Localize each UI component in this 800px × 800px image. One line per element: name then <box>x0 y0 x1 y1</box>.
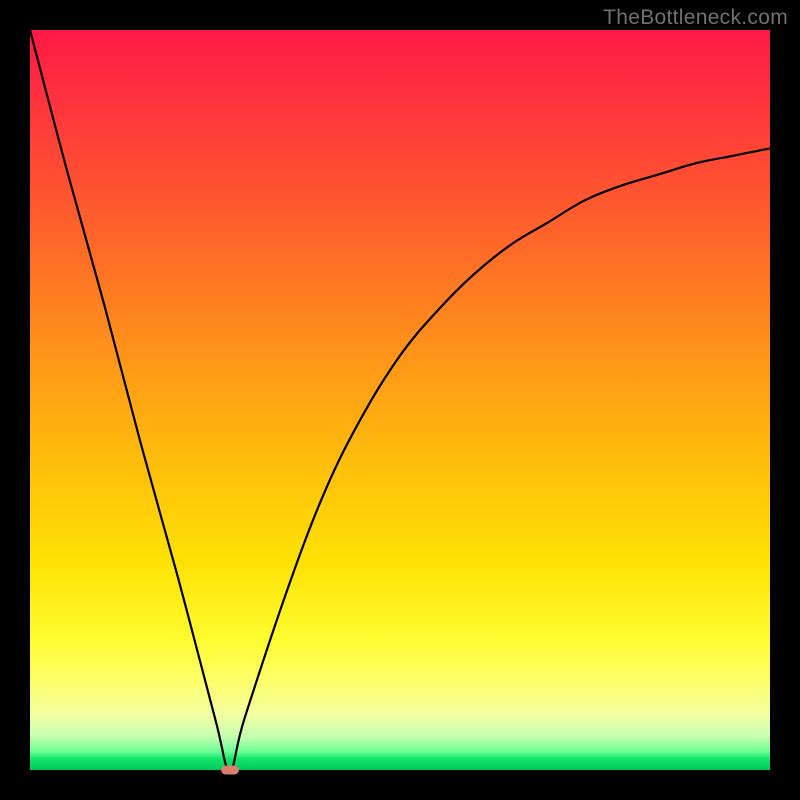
plot-area <box>30 30 770 770</box>
minimum-marker <box>221 766 239 775</box>
chart-frame: TheBottleneck.com <box>0 0 800 800</box>
bottleneck-curve <box>30 30 770 770</box>
watermark-text: TheBottleneck.com <box>603 6 788 30</box>
